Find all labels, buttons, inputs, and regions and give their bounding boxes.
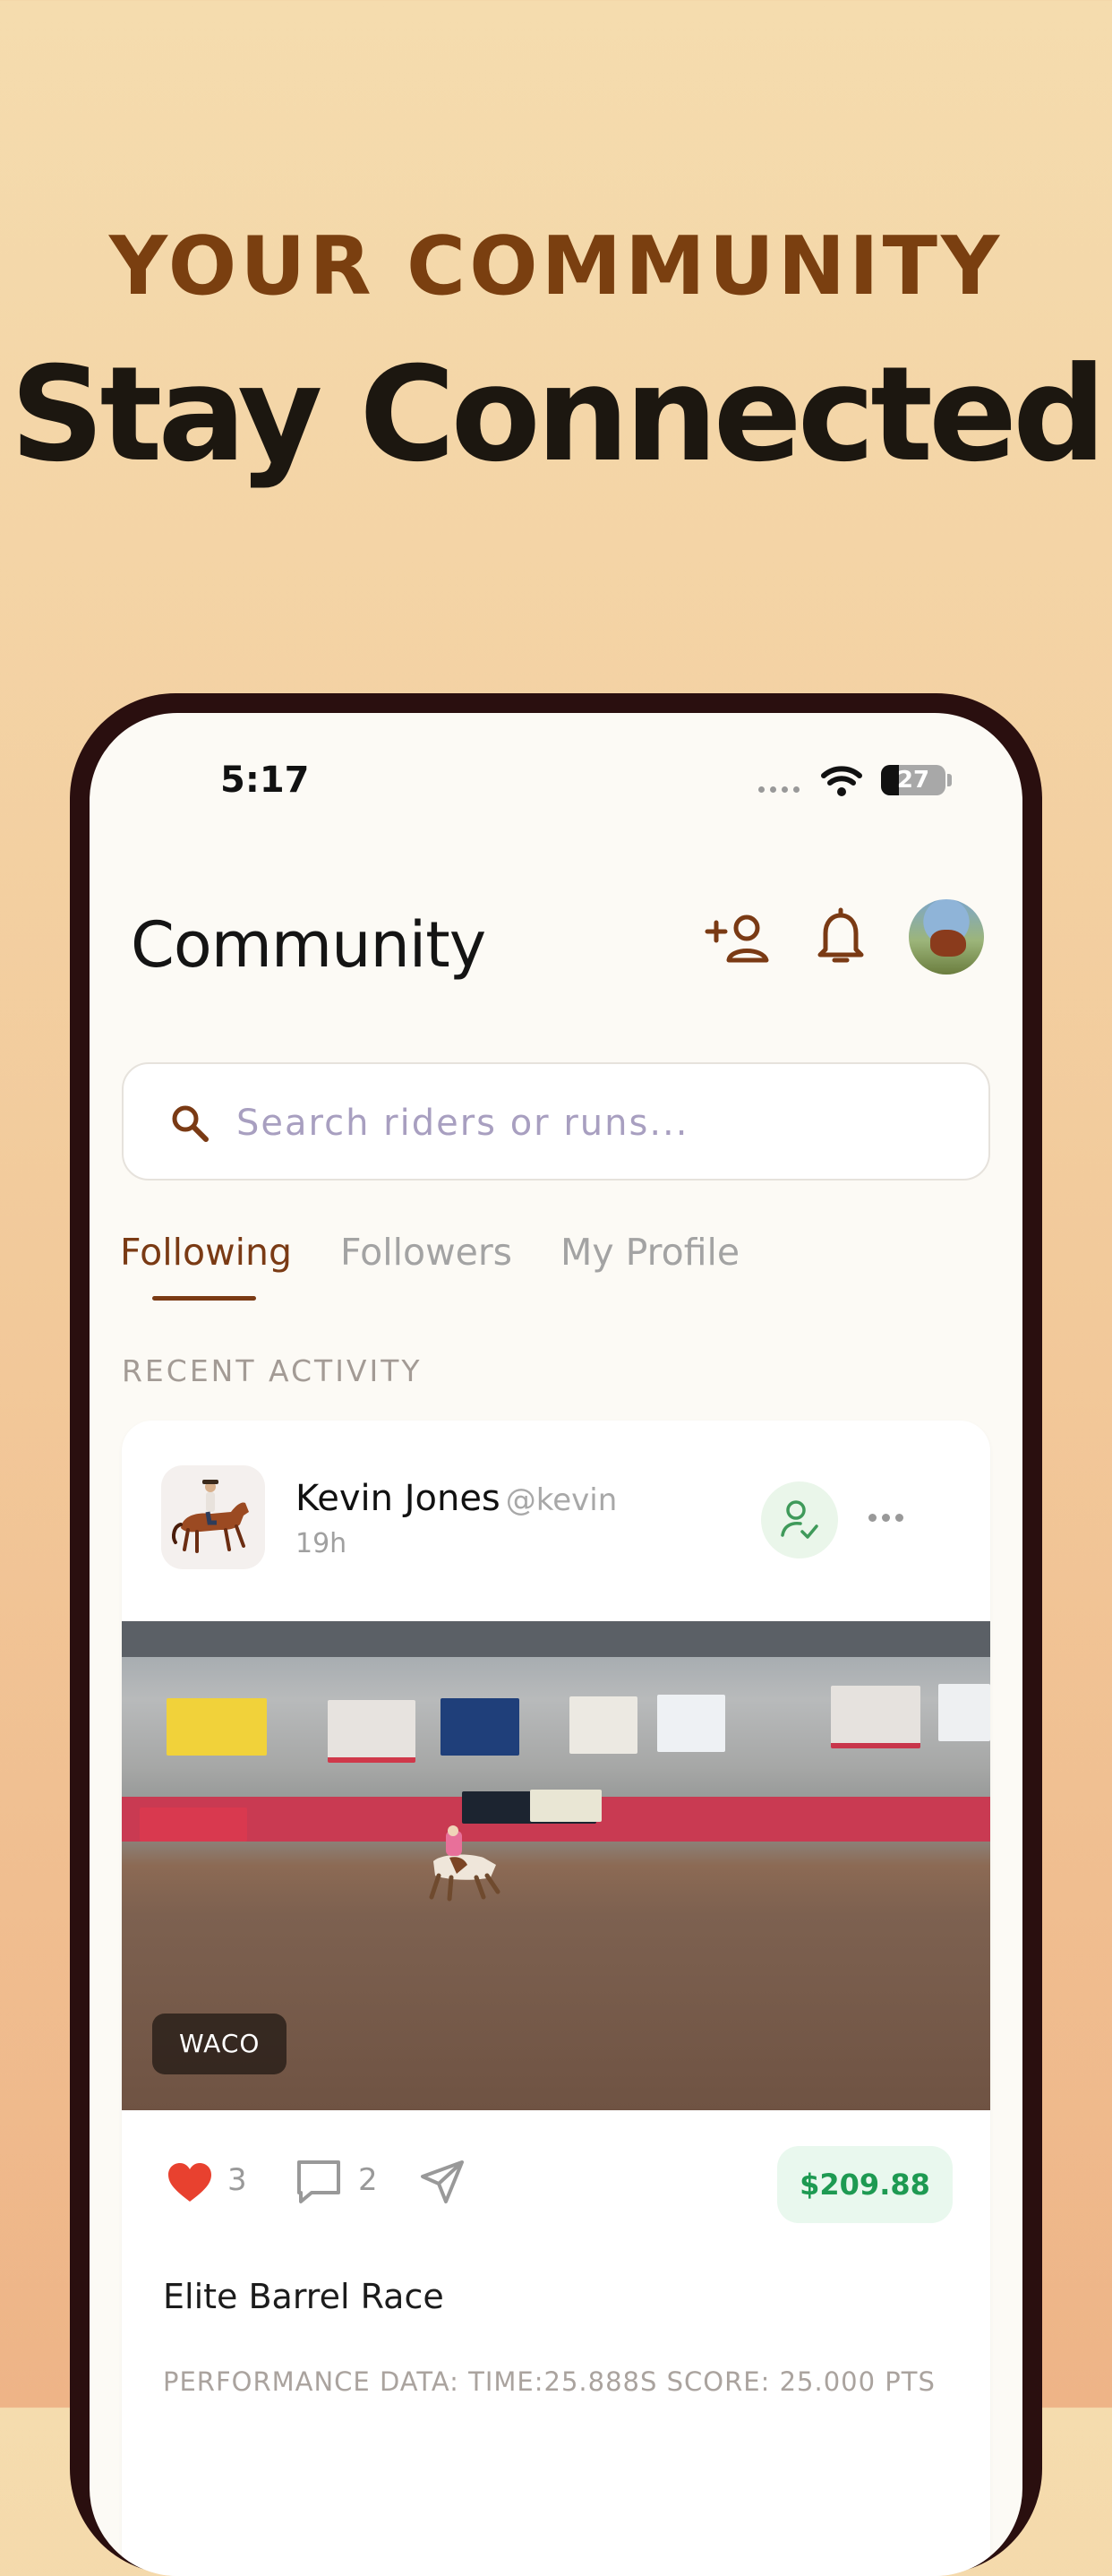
post-author-name: Kevin Jones	[295, 1478, 500, 1519]
arena-banner	[140, 1807, 247, 1842]
horse-rider-icon	[172, 1480, 249, 1553]
price-badge: $209.88	[777, 2146, 953, 2223]
search-input[interactable]	[235, 1091, 954, 1155]
event-name: Elite Barrel Race	[163, 2277, 444, 2316]
post-time: 19h	[295, 1528, 347, 1559]
battery-level: 27	[896, 767, 930, 794]
more-options-icon[interactable]	[868, 1514, 903, 1522]
arena-banner	[938, 1684, 990, 1741]
user-check-icon	[781, 1500, 818, 1539]
search-icon	[172, 1105, 209, 1142]
post-image[interactable]: WACO	[122, 1621, 990, 2110]
arena-banner	[328, 1700, 415, 1763]
heart-icon[interactable]	[165, 2160, 215, 2205]
arena-roof	[122, 1621, 990, 1657]
signal-dots-icon	[758, 786, 800, 793]
tab-my-profile[interactable]: My Profile	[560, 1231, 740, 1274]
post-author[interactable]: Kevin Jones @kevin	[295, 1478, 617, 1519]
comment-icon[interactable]	[294, 2157, 344, 2207]
horse-and-rider	[429, 1825, 500, 1902]
search-box[interactable]	[122, 1062, 990, 1181]
battery-tip	[947, 774, 952, 786]
location-badge: WACO	[152, 2014, 287, 2074]
arena-banner	[657, 1695, 725, 1752]
promo-subtitle: YOUR COMMUNITY	[108, 219, 1004, 313]
section-label: RECENT ACTIVITY	[122, 1353, 423, 1388]
wifi-icon	[821, 766, 862, 796]
add-user-icon[interactable]	[704, 912, 774, 966]
bell-icon[interactable]	[813, 905, 868, 969]
arena-banner	[831, 1686, 920, 1748]
post-author-handle: @kevin	[505, 1482, 618, 1518]
arena-banner	[441, 1698, 519, 1756]
tab-active-indicator	[152, 1296, 256, 1301]
performance-data: PERFORMANCE DATA: TIME:25.888S SCORE: 25…	[163, 2366, 936, 2397]
following-button[interactable]	[761, 1481, 838, 1558]
tab-following[interactable]: Following	[120, 1231, 292, 1274]
share-icon[interactable]	[417, 2157, 467, 2207]
comment-count: 2	[358, 2162, 378, 2198]
arena-banner	[167, 1698, 267, 1756]
page-title: Community	[131, 908, 486, 982]
tab-followers[interactable]: Followers	[340, 1231, 512, 1274]
post-card: Kevin Jones @kevin 19h WACO 3 2 $209.88 …	[122, 1421, 990, 2576]
battery-icon: 27	[881, 765, 945, 795]
arena-banner	[530, 1790, 602, 1822]
arena-banner	[569, 1696, 637, 1754]
avatar[interactable]	[909, 899, 984, 975]
post-avatar[interactable]	[161, 1465, 265, 1569]
promo-title: Stay Connected	[10, 339, 1106, 491]
like-count: 3	[227, 2162, 247, 2198]
phone-screen: 5:17 27 Community Following Followers My…	[90, 713, 1022, 2576]
status-time: 5:17	[220, 760, 310, 801]
